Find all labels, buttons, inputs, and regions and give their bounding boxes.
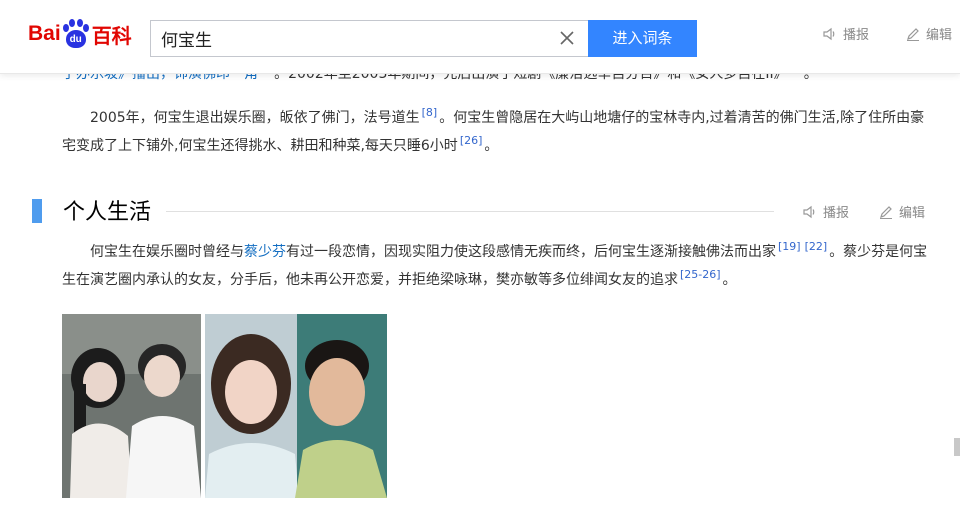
paw-icon: du <box>62 18 90 50</box>
pencil-icon <box>907 27 919 41</box>
reference-22[interactable]: [22] <box>805 240 828 253</box>
person-link[interactable]: 蔡少芬 <box>244 244 286 260</box>
search-input[interactable] <box>151 21 551 56</box>
close-icon[interactable] <box>558 29 576 47</box>
section-broadcast-button[interactable]: 播报 <box>802 202 849 221</box>
scrollbar-thumb[interactable] <box>954 438 960 456</box>
reference-8[interactable]: [8] <box>422 106 438 119</box>
reference-26[interactable]: [26] <box>460 134 483 147</box>
speaker-icon <box>823 27 835 40</box>
speaker-icon <box>803 205 815 218</box>
reference-19[interactable]: [19] <box>778 240 801 253</box>
section-bar <box>32 199 42 223</box>
section-divider <box>166 211 774 212</box>
section-personal-life: 个人生活 播报 编辑 <box>30 192 930 232</box>
logo-text-bai: Bai <box>28 22 61 45</box>
section-title: 个人生活 <box>63 200 152 225</box>
section-edit-button[interactable]: 编辑 <box>878 202 925 221</box>
top-header: Bai du 百科 进入词条 播报 编辑 <box>0 0 960 74</box>
photo-couple-2[interactable] <box>205 314 387 498</box>
personal-life-paragraph: 何宝生在娱乐圈时曾经与蔡少芬有过一段恋情，因现实阻力使这段感情无疾而终，后何宝生… <box>62 240 928 288</box>
edit-button[interactable]: 编辑 <box>905 24 952 43</box>
enter-entry-button[interactable]: 进入词条 <box>588 20 697 57</box>
photo-couple-1[interactable] <box>62 314 201 498</box>
pencil-icon <box>880 205 892 219</box>
broadcast-button[interactable]: 播报 <box>822 24 869 43</box>
baidu-baike-logo[interactable]: Bai du 百科 <box>28 14 132 54</box>
article-content: 子办乐坡》播出，饰演佛印一角[ ]。2002年至2003年期间，先后出演了短剧《… <box>30 0 960 508</box>
logo-text-baike: 百科 <box>91 23 132 48</box>
career-paragraph: 2005年，何宝生退出娱乐圈，皈依了佛门，法号道生 [8] 。何宝生曾隐居在大屿山地… <box>62 106 925 154</box>
search-box <box>150 20 588 57</box>
reference-25-26[interactable]: [25-26] <box>680 268 721 281</box>
